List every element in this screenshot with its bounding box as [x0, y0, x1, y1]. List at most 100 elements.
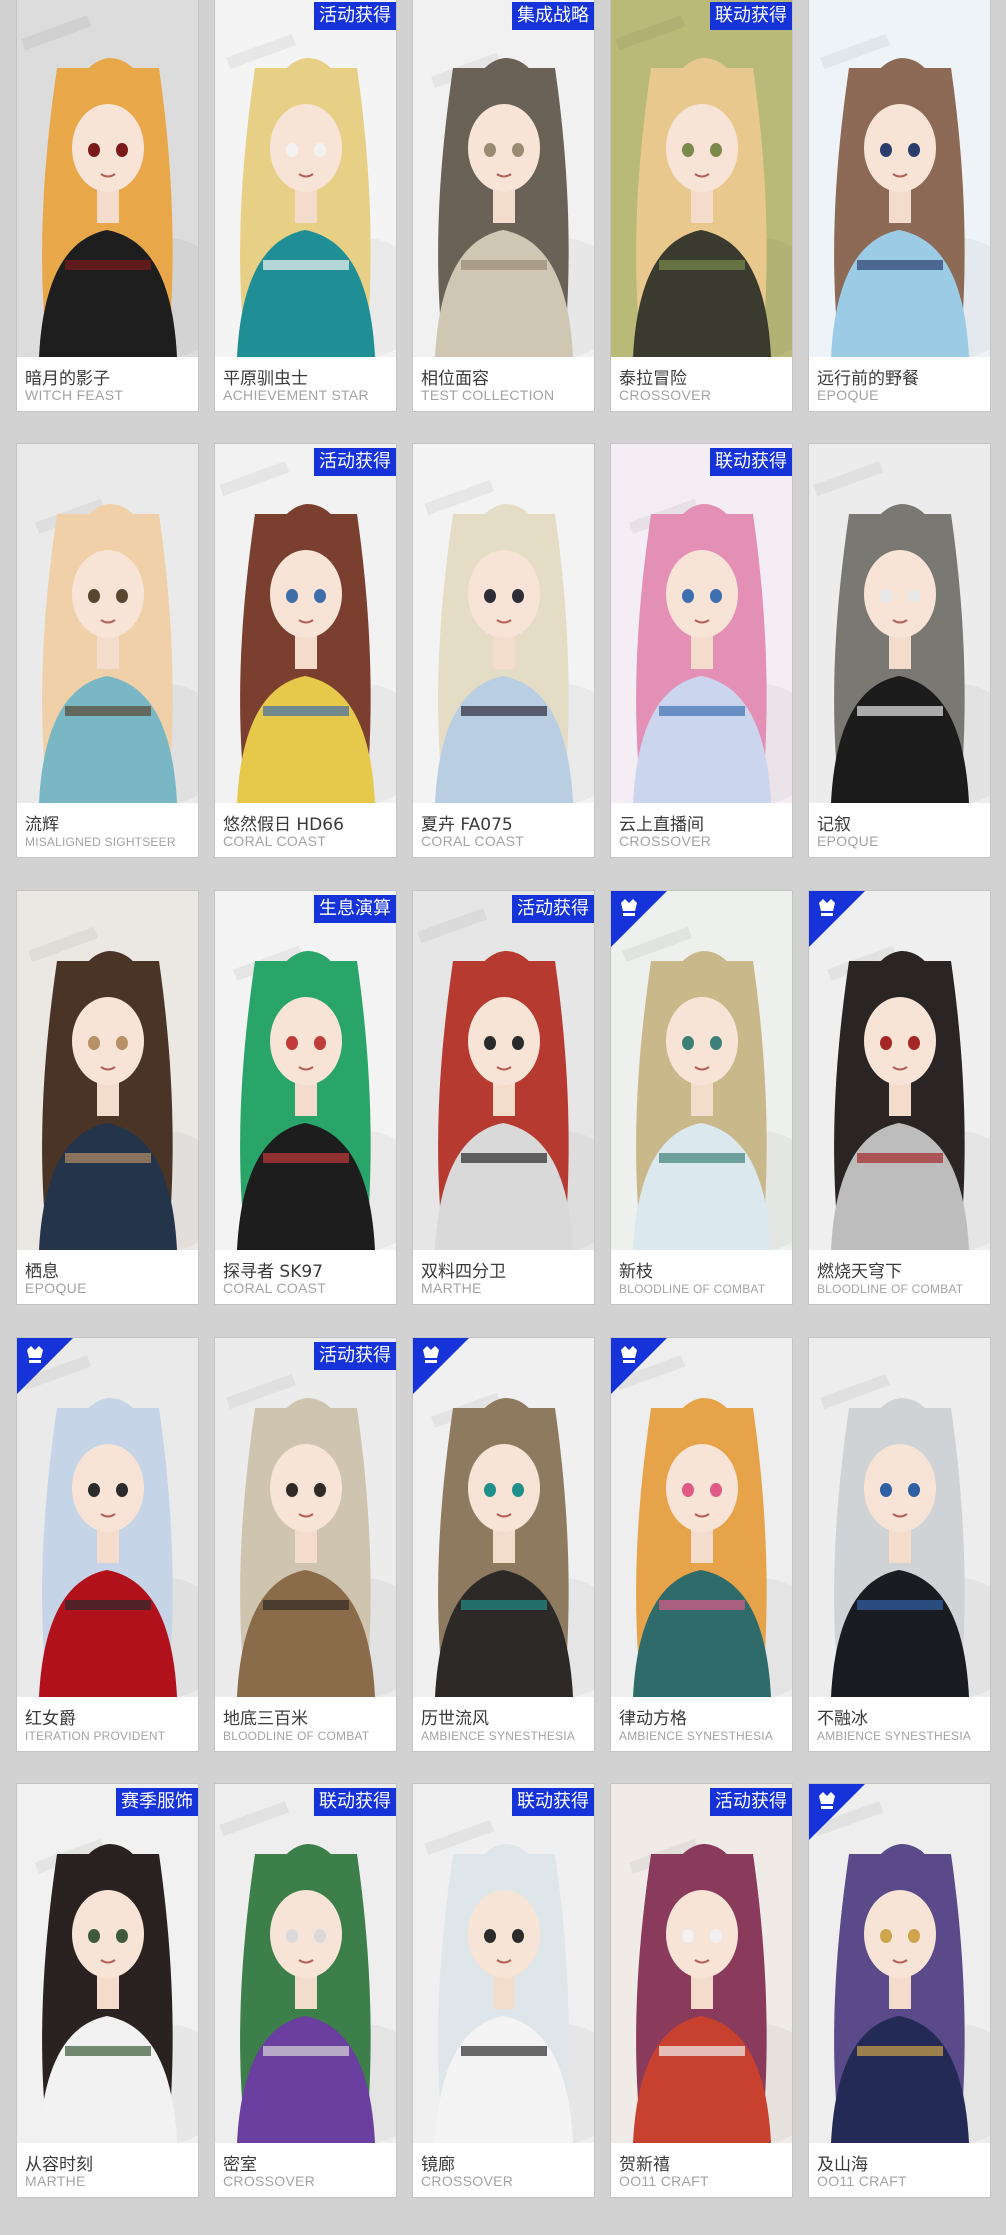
skin-artwork [215, 444, 396, 803]
skin-name: 平原驯虫士 [223, 369, 308, 389]
skin-name: 探寻者 SK97 [223, 1262, 323, 1282]
skin-card[interactable]: 红女爵 ITERATION PROVIDENT [17, 1338, 198, 1751]
skin-series: AMBIENCE SYNESTHESIA [619, 1729, 774, 1743]
premium-badge-icon [611, 891, 667, 947]
skin-card[interactable]: 活动获得 地底三百米 BLOODLINE OF COMBAT [215, 1338, 396, 1751]
skin-card[interactable]: 联动获得云上直播间 CROSSOVER [611, 444, 792, 857]
skin-series: CROSSOVER [619, 833, 712, 849]
skin-name: 新枝 [619, 1262, 653, 1282]
skin-card[interactable]: 记叙 EPOQUE [809, 444, 990, 857]
skin-artwork [215, 0, 396, 357]
skin-card[interactable]: 联动获得 镜廊 CROSSOVER [413, 1784, 594, 2197]
skin-card[interactable]: 燃烧天穹下 BLOODLINE OF COMBAT [809, 891, 990, 1304]
skin-card[interactable]: 及山海 OO11 CRAFT [809, 1784, 990, 2197]
skin-artwork [611, 0, 792, 357]
skin-name: 悠然假日 HD66 [223, 815, 344, 835]
premium-badge-icon [413, 1338, 469, 1394]
skin-artwork [611, 444, 792, 803]
skin-card[interactable]: 联动获得泰拉冒险 CROSSOVER [611, 0, 792, 411]
skin-artwork [215, 1338, 396, 1697]
skin-series: BLOODLINE OF COMBAT [619, 1282, 766, 1296]
acquisition-tag: 活动获得 [710, 1788, 792, 1816]
skin-name: 记叙 [817, 815, 851, 835]
skin-artwork [215, 891, 396, 1250]
skin-series: EPOQUE [25, 1280, 87, 1296]
skin-artwork [215, 1784, 396, 2143]
skin-artwork [413, 891, 594, 1250]
skin-name: 律动方格 [619, 1709, 687, 1729]
skin-name: 泰拉冒险 [619, 369, 687, 389]
skin-series: EPOQUE [817, 833, 879, 849]
skin-name: 暗月的影子 [25, 369, 110, 389]
skin-card[interactable]: 集成战略相位面容 TEST COLLECTION [413, 0, 594, 411]
skin-series: AMBIENCE SYNESTHESIA [817, 1729, 972, 1743]
skin-card[interactable]: 律动方格 AMBIENCE SYNESTHESIA [611, 1338, 792, 1751]
skin-name: 云上直播间 [619, 815, 704, 835]
skin-card[interactable]: 生息演算 探寻者 SK97 CORAL COAST [215, 891, 396, 1304]
acquisition-tag: 赛季服饰 [116, 1788, 198, 1816]
skin-artwork [809, 0, 990, 357]
skin-card[interactable]: 栖息 EPOQUE [17, 891, 198, 1304]
skin-name: 栖息 [25, 1262, 59, 1282]
skin-artwork [809, 1338, 990, 1697]
skin-series: CORAL COAST [421, 833, 525, 849]
skin-name: 红女爵 [25, 1709, 76, 1729]
skin-artwork [413, 1784, 594, 2143]
skin-card[interactable]: 赛季服饰 从容时刻 MARTHE [17, 1784, 198, 2197]
skin-name: 密室 [223, 2155, 257, 2175]
skin-grid: 暗月的影子 WITCH FEAST 活动获得 平原驯虫士 ACHIEVEMENT STA… [0, 0, 1006, 2235]
skin-series: AMBIENCE SYNESTHESIA [421, 1729, 576, 1743]
skin-artwork [17, 0, 198, 357]
skin-card[interactable]: 夏卉 FA075 CORAL COAST [413, 444, 594, 857]
acquisition-tag: 活动获得 [314, 1342, 396, 1370]
premium-badge-icon [611, 1338, 667, 1394]
skin-card[interactable]: 暗月的影子 WITCH FEAST [17, 0, 198, 411]
skin-artwork [413, 444, 594, 803]
skin-series: ITERATION PROVIDENT [25, 1729, 166, 1743]
skin-name: 历世流风 [421, 1709, 489, 1729]
skin-name: 双料四分卫 [421, 1262, 506, 1282]
skin-name: 及山海 [817, 2155, 868, 2175]
acquisition-tag: 联动获得 [314, 1788, 396, 1816]
skin-artwork [17, 444, 198, 803]
skin-series: ACHIEVEMENT STAR [223, 387, 369, 403]
acquisition-tag: 活动获得 [314, 448, 396, 476]
skin-name: 不融冰 [817, 1709, 868, 1729]
skin-series: WITCH FEAST [25, 387, 124, 403]
skin-series: CORAL COAST [223, 833, 327, 849]
skin-card[interactable]: 联动获得密室 CROSSOVER [215, 1784, 396, 2197]
skin-series: EPOQUE [817, 387, 879, 403]
skin-card[interactable]: 流辉 MISALIGNED SIGHTSEER [17, 444, 198, 857]
skin-series: OO11 CRAFT [817, 2173, 907, 2189]
skin-name: 相位面容 [421, 369, 489, 389]
skin-card[interactable]: 活动获得 贺新禧 OO11 CRAFT [611, 1784, 792, 2197]
skin-card[interactable]: 活动获得 双料四分卫 MARTHE [413, 891, 594, 1304]
premium-badge-icon [17, 1338, 73, 1394]
skin-card[interactable]: 不融冰 AMBIENCE SYNESTHESIA [809, 1338, 990, 1751]
skin-series: CROSSOVER [421, 2173, 514, 2189]
skin-series: MISALIGNED SIGHTSEER [25, 835, 176, 849]
acquisition-tag: 活动获得 [512, 895, 594, 923]
acquisition-tag: 活动获得 [314, 2, 396, 30]
skin-card[interactable]: 历世流风 AMBIENCE SYNESTHESIA [413, 1338, 594, 1751]
skin-name: 燃烧天穹下 [817, 1262, 902, 1282]
premium-badge-icon [809, 891, 865, 947]
skin-name: 贺新禧 [619, 2155, 670, 2175]
skin-series: CROSSOVER [223, 2173, 316, 2189]
skin-series: BLOODLINE OF COMBAT [817, 1282, 964, 1296]
skin-artwork [17, 891, 198, 1250]
skin-card[interactable]: 新枝 BLOODLINE OF COMBAT [611, 891, 792, 1304]
skin-name: 流辉 [25, 815, 59, 835]
skin-name: 地底三百米 [223, 1709, 308, 1729]
skin-card[interactable]: 活动获得悠然假日 HD66 CORAL COAST [215, 444, 396, 857]
acquisition-tag: 联动获得 [710, 2, 792, 30]
skin-series: TEST COLLECTION [421, 387, 555, 403]
skin-series: CROSSOVER [619, 387, 712, 403]
acquisition-tag: 联动获得 [512, 1788, 594, 1816]
acquisition-tag: 联动获得 [710, 448, 792, 476]
skin-series: MARTHE [25, 2173, 86, 2189]
skin-card[interactable]: 活动获得平原驯虫士 ACHIEVEMENT STAR [215, 0, 396, 411]
skin-artwork [17, 1784, 198, 2143]
skin-card[interactable]: 远行前的野餐 EPOQUE [809, 0, 990, 411]
acquisition-tag: 集成战略 [512, 2, 594, 30]
